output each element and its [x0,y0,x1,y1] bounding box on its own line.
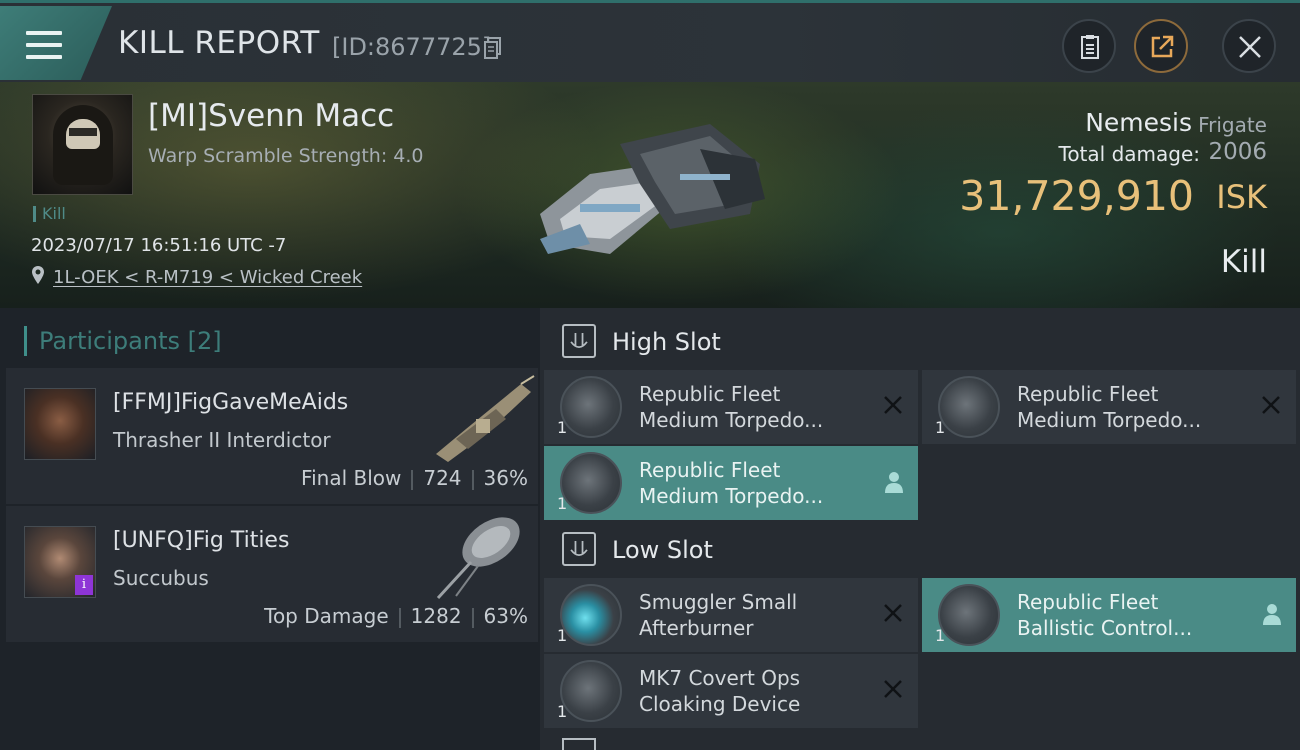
torpedo-launcher-icon [938,376,1000,438]
module-name-line1: Republic Fleet [1017,382,1159,406]
module-quantity: 1 [935,626,946,645]
participant-name: [FFMJ]FigGaveMeAids [113,390,349,415]
module-name-line2: Medium Torpedo... [1017,408,1202,432]
report-id: [ID:8677725] [332,33,492,61]
participants-panel: Participants [2] [FFMJ]FigGaveMeAids Thr… [0,308,540,750]
module-name-line1: Republic Fleet [639,458,781,482]
module-quantity: 1 [557,418,568,437]
mid-slot-icon [562,738,596,750]
module-name-line1: Republic Fleet [1017,590,1159,614]
afterburner-icon [560,584,622,646]
person-icon [885,472,903,493]
module-item[interactable]: 1 Republic Fleet Ballistic Control... [922,578,1296,652]
module-name-line2: Afterburner [639,616,754,640]
close-icon [1239,36,1261,58]
module-item[interactable]: 1 MK7 Covert Ops Cloaking Device [544,654,918,728]
share-button[interactable] [1134,19,1188,73]
page-title: KILL REPORT [118,25,320,61]
menu-button[interactable] [0,6,112,80]
clipboard-icon [1081,35,1099,59]
close-button[interactable] [1222,19,1276,73]
module-name-line2: Medium Torpedo... [639,484,824,508]
kill-location-link[interactable]: 1L-OEK < R-M719 < Wicked Creek [53,267,362,288]
participant-ship-image [436,375,535,462]
participant-damage: 724 [423,466,462,490]
fitting-panel: High Slot 1 Republic Fleet Medium Torped… [540,308,1300,750]
module-name-line2: Cloaking Device [639,692,801,716]
participants-header: Participants [2] [24,326,222,356]
victim-portrait[interactable] [32,94,133,195]
low-slot-title: Low Slot [612,536,713,564]
kill-type-tag: Kill [33,206,66,222]
share-icon [1151,35,1174,58]
participant-stats: Final Blow 724 36% [301,466,528,490]
module-quantity: 1 [557,626,568,645]
person-icon [1263,604,1281,625]
menu-icon [26,31,62,59]
participant-percent: 63% [483,604,528,628]
participant-damage: 1282 [410,604,462,628]
low-slot-header: Low Slot [544,520,1300,578]
module-name-line1: Republic Fleet [639,382,781,406]
warp-scramble-strength: Warp Scramble Strength: 4.0 [148,145,424,167]
participant-stats: Top Damage 1282 63% [264,604,528,628]
participant-role: Final Blow [301,466,402,490]
kill-datetime: 2023/07/17 16:51:16 UTC -7 [31,235,287,256]
cloaking-device-icon [560,660,622,722]
isk-unit: ISK [1216,178,1267,216]
participant-portrait [24,388,96,460]
participant-percent: 36% [483,466,528,490]
torpedo-launcher-icon [560,452,622,514]
total-damage-value: 2006 [1208,139,1267,165]
high-slot-icon [562,324,596,358]
participant-card[interactable]: [FFMJ]FigGaveMeAids Thrasher II Interdic… [6,368,538,504]
location-pin-icon [32,266,44,284]
module-item[interactable]: 1 Republic Fleet Medium Torpedo... [544,370,918,444]
low-slot-icon [562,532,596,566]
participant-ship: Thrasher II Interdictor [113,428,331,452]
module-name-line1: MK7 Covert Ops [639,666,801,690]
module-quantity: 1 [557,702,568,721]
high-slot-header: High Slot [544,312,1300,370]
kill-result: Kill [1220,244,1267,280]
destroyed-x-icon [884,396,902,414]
copy-icon[interactable] [484,37,502,59]
high-slot-title: High Slot [612,328,721,356]
module-item[interactable]: 1 Republic Fleet Medium Torpedo... [544,446,918,520]
module-quantity: 1 [935,418,946,437]
participant-ship: Succubus [113,566,209,590]
victim-name[interactable]: [MI]Svenn Macc [148,98,394,134]
mid-slot-header-partial [544,738,1300,750]
torpedo-launcher-icon [560,376,622,438]
victim-ship-image [540,124,765,254]
module-name-line1: Smuggler Small [639,590,798,614]
module-name-line2: Medium Torpedo... [639,408,824,432]
destroyed-x-icon [884,680,902,698]
destroyed-x-icon [884,604,902,622]
victim-ship-class: Frigate [1198,113,1267,137]
clipboard-button[interactable] [1062,19,1116,73]
module-item[interactable]: 1 Smuggler Small Afterburner [544,578,918,652]
total-damage-label: Total damage: [1058,142,1201,166]
ballistic-control-icon [938,584,1000,646]
top-bar: KILL REPORT [ID:8677725] [0,0,1300,82]
destroyed-x-icon [1262,396,1280,414]
isk-value: 31,729,910 [959,172,1194,220]
participant-name: [UNFQ]Fig Tities [113,528,290,553]
module-item[interactable]: 1 Republic Fleet Medium Torpedo... [922,370,1296,444]
participant-role: Top Damage [264,604,389,628]
participant-ship-image [436,517,520,600]
participant-portrait: i [24,526,96,598]
victim-ship-name: Nemesis [1085,108,1192,137]
participant-card[interactable]: i [UNFQ]Fig Tities Succubus Top Damage 12… [6,506,538,642]
module-name-line2: Ballistic Control... [1017,616,1193,640]
participant-badge: i [75,575,93,595]
kill-summary-banner: [MI]Svenn Macc Warp Scramble Strength: 4… [0,82,1300,308]
module-quantity: 1 [557,494,568,513]
